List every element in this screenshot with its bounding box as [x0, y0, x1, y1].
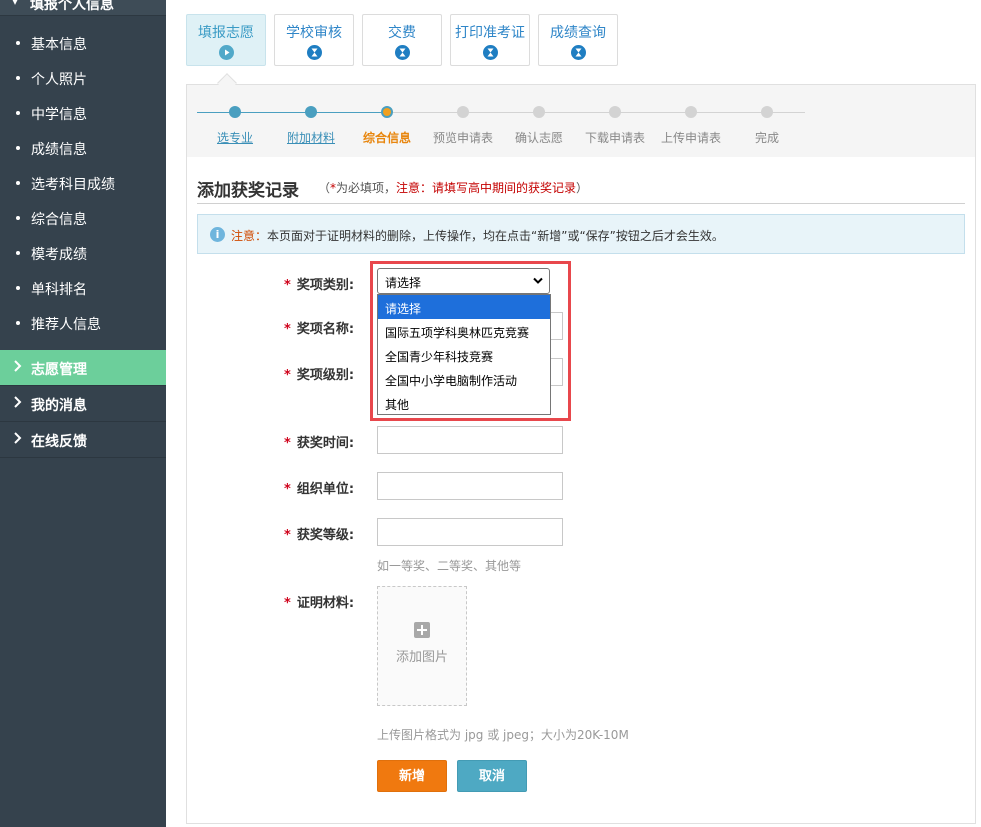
- sidebar-item-application-management[interactable]: 志愿管理: [0, 350, 166, 386]
- section-note: （*为必填项，注意：请填写高中期间的获奖记录）: [318, 181, 589, 195]
- proof-label: * 证明材料:: [284, 596, 355, 611]
- step-link-select-major[interactable]: 选专业: [217, 129, 253, 146]
- organizer-input[interactable]: [377, 472, 563, 500]
- sidebar-subitem-label: 中学信息: [31, 107, 87, 123]
- step-dot-pending: [761, 106, 773, 118]
- sidebar-subitem-elective-grades[interactable]: 选考科目成绩: [0, 166, 166, 201]
- sidebar-subitem-comprehensive[interactable]: 综合信息: [0, 201, 166, 236]
- tab-print-admission[interactable]: 打印准考证: [450, 14, 530, 66]
- sidebar-item-personal-info[interactable]: ▾ 填报个人信息: [0, 0, 166, 16]
- divider: [197, 203, 965, 204]
- chevron-down-icon: ▾: [12, 0, 19, 8]
- step-dot-pending: [533, 106, 545, 118]
- tab-score-query[interactable]: 成绩查询: [538, 14, 618, 66]
- sidebar-subitem-photo[interactable]: 个人照片: [0, 61, 166, 96]
- chevron-right-icon: [14, 432, 22, 444]
- sidebar-subitem-label: 基本信息: [31, 37, 87, 53]
- chevron-right-icon: [14, 396, 22, 408]
- step-dot-done: [305, 106, 317, 118]
- bullet-icon: [16, 216, 20, 220]
- step-label: 上传申请表: [660, 131, 722, 145]
- organizer-label: * 组织单位:: [284, 482, 355, 497]
- sidebar-subitem-grades[interactable]: 成绩信息: [0, 131, 166, 166]
- step-dot-done: [229, 106, 241, 118]
- sidebar-subitem-label: 成绩信息: [31, 142, 87, 158]
- sidebar-subitem-label: 综合信息: [31, 212, 87, 228]
- step-label: 完成: [754, 131, 780, 145]
- bullet-icon: [16, 76, 20, 80]
- play-icon: [219, 45, 234, 60]
- step-connector: [391, 112, 805, 113]
- tab-school-review[interactable]: 学校审核: [274, 14, 354, 66]
- bullet-icon: [16, 251, 20, 255]
- step-dot-current: [381, 106, 393, 118]
- step-label-current: 综合信息: [362, 131, 412, 145]
- upload-image-box[interactable]: 添加图片: [377, 586, 467, 706]
- award-time-input[interactable]: [377, 426, 563, 454]
- sidebar-subitem-label: 模考成绩: [31, 247, 87, 263]
- award-grade-label: * 获奖等级:: [284, 528, 355, 543]
- sidebar: ▾ 填报个人信息 基本信息 个人照片 中学信息 成绩信息 选考科目成绩 综合信息…: [0, 0, 166, 827]
- sidebar-item-feedback[interactable]: 在线反馈: [0, 422, 166, 458]
- tab-label: 打印准考证: [455, 25, 525, 41]
- upload-hint: 上传图片格式为 jpg 或 jpeg；大小为20K-10M: [377, 728, 629, 742]
- sidebar-item-messages[interactable]: 我的消息: [0, 386, 166, 422]
- step-dot-pending: [457, 106, 469, 118]
- sidebar-subitem-mock-exam[interactable]: 模考成绩: [0, 236, 166, 271]
- bullet-icon: [16, 146, 20, 150]
- bullet-icon: [16, 111, 20, 115]
- plus-icon: [414, 622, 430, 638]
- sidebar-subitem-referee[interactable]: 推荐人信息: [0, 306, 166, 341]
- step-progress: 选专业 附加材料 综合信息 预览申请表 确认志愿 下载申请表 上传申请表 完成: [187, 85, 975, 157]
- tab-label: 成绩查询: [550, 25, 606, 41]
- cancel-button[interactable]: 取消: [457, 760, 527, 792]
- tab-label: 学校审核: [286, 25, 342, 41]
- sidebar-item-label: 填报个人信息: [30, 0, 114, 13]
- step-link-materials[interactable]: 附加材料: [287, 129, 335, 146]
- award-grade-hint: 如一等奖、二等奖、其他等: [377, 559, 522, 573]
- sidebar-subitem-label: 推荐人信息: [31, 317, 101, 333]
- hourglass-icon: [483, 45, 498, 60]
- step-label: 确认志愿: [514, 131, 564, 145]
- step-dot-pending: [609, 106, 621, 118]
- step-dot-pending: [685, 106, 697, 118]
- tab-label: 填报志愿: [198, 25, 254, 41]
- step-connector: [197, 112, 391, 113]
- notice-banner: i 注意：本页面对于证明材料的删除，上传操作，均在点击“新增”或“保存”按钮之后…: [197, 214, 965, 254]
- sidebar-subitem-label: 单科排名: [31, 282, 87, 298]
- bullet-icon: [16, 41, 20, 45]
- sidebar-subitem-subject-rank[interactable]: 单科排名: [0, 271, 166, 306]
- award-time-label: * 获奖时间:: [284, 436, 355, 451]
- sidebar-item-label: 志愿管理: [31, 362, 87, 378]
- award-level-label: * 奖项级别:: [284, 368, 355, 383]
- sidebar-item-label: 我的消息: [31, 398, 87, 414]
- chevron-right-icon: [14, 360, 22, 372]
- hourglass-icon: [307, 45, 322, 60]
- step-label: 下载申请表: [584, 131, 646, 145]
- info-icon: i: [210, 227, 225, 242]
- bullet-icon: [16, 321, 20, 325]
- step-label: 预览申请表: [432, 131, 494, 145]
- tab-payment[interactable]: 交费: [362, 14, 442, 66]
- hourglass-icon: [395, 45, 410, 60]
- section-title: 添加获奖记录: [197, 181, 299, 201]
- sidebar-subitem-label: 个人照片: [31, 72, 87, 88]
- sidebar-subitem-label: 选考科目成绩: [31, 177, 115, 193]
- award-category-label: * 奖项类别:: [284, 278, 355, 293]
- hourglass-icon: [571, 45, 586, 60]
- award-name-label: * 奖项名称:: [284, 322, 355, 337]
- upload-label: 添加图片: [395, 650, 448, 665]
- sidebar-subitem-school-info[interactable]: 中学信息: [0, 96, 166, 131]
- highlight-box: [370, 261, 571, 421]
- add-button[interactable]: 新增: [377, 760, 447, 792]
- bullet-icon: [16, 286, 20, 290]
- sidebar-subitem-basic-info[interactable]: 基本信息: [0, 26, 166, 61]
- award-grade-input[interactable]: [377, 518, 563, 546]
- bullet-icon: [16, 181, 20, 185]
- tab-fill-application[interactable]: 填报志愿: [186, 14, 266, 66]
- sidebar-item-label: 在线反馈: [31, 434, 87, 450]
- tab-label: 交费: [388, 25, 416, 41]
- notice-text: 注意：本页面对于证明材料的删除，上传操作，均在点击“新增”或“保存”按钮之后才会…: [231, 229, 724, 243]
